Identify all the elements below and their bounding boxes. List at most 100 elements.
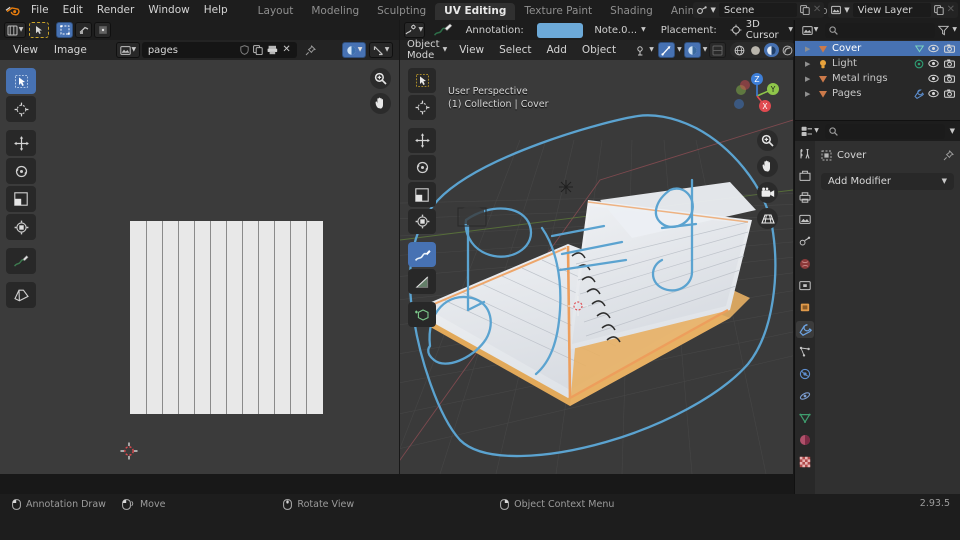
pin-icon[interactable] <box>943 150 954 161</box>
visibility-button[interactable]: ▼ <box>634 42 656 58</box>
uv-tool-scale[interactable] <box>6 186 36 212</box>
tab-shading[interactable]: Shading <box>601 3 662 20</box>
ptab-modifier[interactable] <box>796 321 814 338</box>
eye-icon[interactable] <box>928 74 939 83</box>
ptab-scene[interactable] <box>796 233 814 250</box>
vp-tool-cursor[interactable] <box>408 95 436 120</box>
vp-tool-measure[interactable] <box>408 269 436 294</box>
eye-icon[interactable] <box>928 89 939 98</box>
ptab-tool[interactable] <box>796 145 814 162</box>
outliner-item-metal-rings[interactable]: ▶ Metal rings <box>795 71 960 86</box>
image-name-field[interactable]: pages <box>148 45 178 56</box>
menu-help[interactable]: Help <box>197 0 235 20</box>
uv-face-select-button[interactable] <box>94 22 111 38</box>
vp-tool-rotate[interactable] <box>408 155 436 180</box>
uv-canvas[interactable] <box>0 60 399 474</box>
uv-tool-tweak[interactable] <box>6 68 36 94</box>
uv-edge-select-button[interactable] <box>75 22 92 38</box>
tab-layout[interactable]: Layout <box>249 3 303 20</box>
ptab-constraints[interactable] <box>796 387 814 404</box>
snap-magnet-button[interactable]: ▼ <box>369 42 393 58</box>
x-icon[interactable]: ✕ <box>282 45 290 55</box>
properties-editor-type[interactable]: ▼ <box>798 123 822 139</box>
vp-zoom-button[interactable] <box>757 130 778 151</box>
vp-tool-add-cube[interactable] <box>408 302 436 327</box>
ptab-physics[interactable] <box>796 365 814 382</box>
disclosure-triangle-icon[interactable]: ▶ <box>805 45 814 53</box>
uv-tool-move[interactable] <box>6 130 36 156</box>
copy-icon[interactable] <box>253 45 263 55</box>
gizmo-toggle-button[interactable] <box>658 42 675 58</box>
camera-icon[interactable] <box>944 59 955 68</box>
x-icon[interactable]: ✕ <box>947 5 955 15</box>
navigation-gizmo[interactable]: Y Z X <box>729 68 785 124</box>
eye-icon[interactable] <box>928 59 939 68</box>
ptab-data[interactable] <box>796 409 814 426</box>
outliner-search-input[interactable] <box>825 23 935 38</box>
ptab-view-layer[interactable] <box>796 211 814 228</box>
tab-uv-editing[interactable]: UV Editing <box>435 3 515 20</box>
blender-logo-icon[interactable] <box>0 4 24 17</box>
ptab-world[interactable] <box>796 255 814 272</box>
tab-texture-paint[interactable]: Texture Paint <box>515 3 601 20</box>
menu-render[interactable]: Render <box>90 0 141 20</box>
uv-vertex-select-button[interactable] <box>56 22 73 38</box>
tab-modeling[interactable]: Modeling <box>302 3 368 20</box>
uv-tool-cursor[interactable] <box>6 96 36 122</box>
vp-menu-view[interactable]: View <box>452 40 491 60</box>
placement-value[interactable]: 3D Cursor <box>746 19 785 41</box>
filter-funnel-icon[interactable] <box>938 25 949 36</box>
camera-icon[interactable] <box>944 74 955 83</box>
uv-tool-transform[interactable] <box>6 214 36 240</box>
chevron-down-icon[interactable]: ▼ <box>948 128 957 135</box>
image-browse-button[interactable]: ▼ <box>116 42 140 58</box>
vp-tool-tweak[interactable] <box>408 68 436 93</box>
camera-icon[interactable] <box>944 89 955 98</box>
vp-tool-transform[interactable] <box>408 209 436 234</box>
uv-tool-annotate[interactable] <box>6 248 36 274</box>
ptab-output[interactable] <box>796 189 814 206</box>
outliner-item-cover[interactable]: ▶ Cover <box>795 41 960 56</box>
vp-toggle-perspective-button[interactable] <box>757 208 778 229</box>
uv-tool-rip-region[interactable] <box>6 282 36 308</box>
x-icon[interactable]: ✕ <box>813 5 821 15</box>
annotation-layer-name[interactable]: Note.0... <box>594 25 637 36</box>
camera-icon[interactable] <box>944 44 955 53</box>
vp-menu-select[interactable]: Select <box>492 40 538 60</box>
view-layer-selector[interactable]: ▼ View Layer ✕ <box>828 2 958 18</box>
scene-name[interactable]: Scene <box>719 3 797 17</box>
properties-search-input[interactable] <box>825 124 945 139</box>
duplicate-icon[interactable] <box>934 5 944 15</box>
menu-file[interactable]: File <box>24 0 56 20</box>
add-modifier-button[interactable]: Add Modifier ▼ <box>821 173 954 190</box>
ptab-particles[interactable] <box>796 343 814 360</box>
material-preview-shading-button[interactable] <box>764 43 779 57</box>
disclosure-triangle-icon[interactable]: ▶ <box>805 75 814 83</box>
uv-menu-image[interactable]: Image <box>47 40 94 60</box>
vp-menu-object[interactable]: Object <box>575 40 623 60</box>
shield-icon[interactable] <box>240 45 249 55</box>
overlays-toggle-button[interactable] <box>684 42 701 58</box>
uv-tool-rotate[interactable] <box>6 158 36 184</box>
ptab-object[interactable] <box>796 299 814 316</box>
uv-zoom-button[interactable] <box>370 68 391 89</box>
annotation-color-swatch[interactable] <box>537 23 584 38</box>
pin-icon[interactable] <box>305 45 316 56</box>
menu-edit[interactable]: Edit <box>56 0 90 20</box>
uv-tweak-mode-button[interactable] <box>29 22 49 38</box>
vp-pan-button[interactable] <box>757 156 778 177</box>
eye-icon[interactable] <box>928 44 939 53</box>
vp-tool-move[interactable] <box>408 128 436 153</box>
ptab-render[interactable] <box>796 167 814 184</box>
xray-toggle-button[interactable] <box>709 42 726 58</box>
menu-window[interactable]: Window <box>141 0 196 20</box>
outliner-item-pages[interactable]: ▶ Pages <box>795 86 960 101</box>
outliner-item-light[interactable]: ▶ Light <box>795 56 960 71</box>
uv-pan-button[interactable] <box>370 93 391 114</box>
disclosure-triangle-icon[interactable]: ▶ <box>805 90 814 98</box>
vp-tool-scale[interactable] <box>408 182 436 207</box>
scene-selector[interactable]: ▼ Scene ✕ <box>693 2 824 18</box>
outliner-display-mode[interactable]: ▼ <box>798 22 822 38</box>
duplicate-icon[interactable] <box>800 5 810 15</box>
pack-icon[interactable] <box>267 45 278 55</box>
